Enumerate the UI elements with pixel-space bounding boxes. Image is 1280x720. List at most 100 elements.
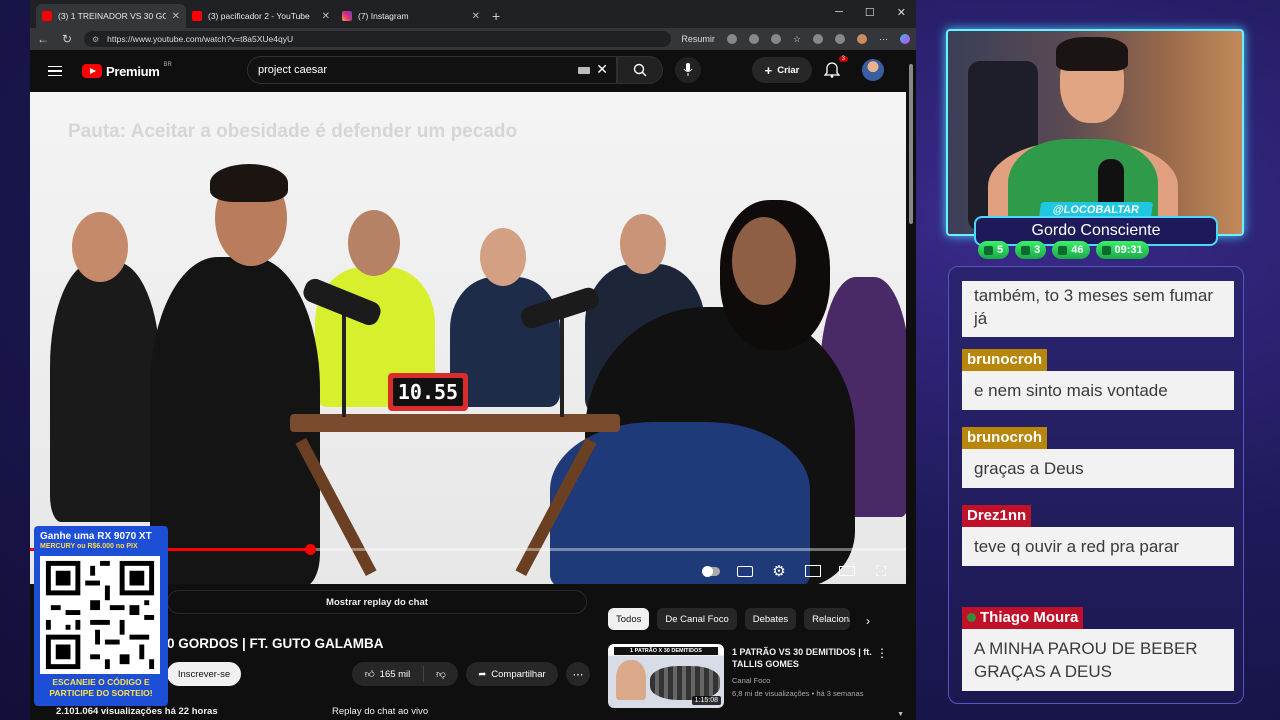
logo-region: BR	[163, 61, 172, 68]
like-count: 165 mil	[379, 668, 411, 680]
chat-message-text: teve q ouvir a red pra parar	[962, 527, 1234, 566]
video-thumbnail[interactable]: 1 PATRÃO X 30 DEMITIDOS 1:15:08	[608, 644, 724, 708]
youtube-icon	[1021, 245, 1031, 255]
chat-username: Drez1nn	[962, 505, 1032, 527]
search-button[interactable]	[617, 56, 663, 84]
tab-pacificador[interactable]: (3) pacificador 2 - YouTube ✕	[186, 4, 336, 28]
audience-member	[50, 262, 160, 522]
keyboard-icon[interactable]	[578, 67, 590, 74]
extension-icon[interactable]	[748, 34, 759, 44]
youtube-icon	[192, 11, 202, 21]
chat-message: também, to 3 meses sem fumar já	[962, 281, 1234, 337]
tab-instagram[interactable]: (7) Instagram ✕	[336, 4, 486, 28]
page-scrollbar[interactable]	[909, 64, 913, 224]
summarize-button[interactable]: Resumir	[681, 34, 715, 44]
search-input[interactable]: project caesar ✕	[247, 56, 617, 84]
close-window-icon[interactable]: ✕	[897, 6, 906, 19]
subscribe-button[interactable]: Inscrever-se	[167, 662, 241, 686]
thumbs-up-icon: 👍︎	[364, 669, 375, 680]
chat-message-text: e nem sinto mais vontade	[962, 371, 1234, 410]
stat-chat: 5	[978, 241, 1010, 259]
chip-all[interactable]: Todos	[608, 608, 650, 630]
chat-message-text: também, to 3 meses sem fumar já	[962, 281, 1234, 337]
miniplayer-icon[interactable]	[804, 564, 822, 578]
thumbnail-crowd	[650, 666, 720, 700]
chip-related[interactable]: Relacionados	[804, 608, 851, 630]
settings-gear-icon[interactable]: ⚙	[770, 563, 788, 580]
more-actions-button[interactable]: ⋯	[566, 662, 590, 686]
subtitles-icon[interactable]	[736, 564, 754, 578]
close-icon[interactable]: ✕	[472, 11, 480, 22]
video-duration: 1:15:08	[691, 696, 721, 705]
scroll-down-icon[interactable]: ▼	[897, 711, 904, 718]
promo-cta: ESCANEIE O CÓDIGO E PARTICIPE DO SORTEIO…	[49, 677, 153, 698]
user-badge-icon	[967, 613, 976, 622]
close-icon[interactable]: ✕	[322, 11, 330, 22]
like-button[interactable]: 👍︎ 165 mil	[352, 666, 424, 682]
thumbnail-face	[616, 660, 646, 700]
stream-stats: 5 3 46 09:31	[978, 241, 1149, 259]
voice-search-button[interactable]	[675, 57, 701, 83]
url-text: https://www.youtube.com/watch?v=t8a5XUe4…	[107, 34, 294, 44]
autoplay-toggle-icon[interactable]	[702, 564, 720, 578]
recommended-channel[interactable]: Canal Foco	[732, 676, 770, 685]
extension-icon[interactable]	[813, 34, 823, 44]
recommended-video[interactable]: 1 PATRÃO X 30 DEMITIDOS 1:15:08 1 PATRÃO…	[608, 644, 898, 710]
chip-debates[interactable]: Debates	[744, 608, 797, 630]
maximize-icon[interactable]: ☐	[865, 6, 875, 19]
close-icon[interactable]: ✕	[172, 11, 180, 22]
promo-subline: MERCURY ou R$6.000 no PIX	[40, 543, 138, 550]
window-controls: ─ ☐ ✕	[835, 6, 906, 19]
menu-dots-icon[interactable]: ⋯	[879, 34, 888, 45]
reload-icon[interactable]: ↻	[60, 32, 74, 46]
back-icon[interactable]: ←	[36, 32, 50, 46]
youtube-header: Premium BR project caesar ✕ + Criar 3	[30, 50, 906, 92]
extension-icon[interactable]	[726, 34, 737, 44]
notifications-button[interactable]: 3	[823, 56, 848, 80]
chat-message: brunocroh e nem sinto mais vontade	[962, 349, 1234, 410]
tab-title: (7) Instagram	[358, 11, 409, 21]
create-button[interactable]: + Criar	[752, 57, 812, 83]
microphone-stand	[560, 317, 564, 417]
clear-icon[interactable]: ✕	[596, 61, 608, 78]
tab-treinador[interactable]: (3) 1 TREINADOR VS 30 GORDOS ✕	[36, 4, 186, 28]
notification-badge: 3	[838, 56, 848, 62]
fullscreen-icon[interactable]: ⛶	[872, 563, 890, 579]
table	[290, 414, 620, 432]
stream-chat: também, to 3 meses sem fumar já brunocro…	[948, 266, 1244, 704]
qr-pattern	[45, 560, 155, 670]
tab-title: (3) 1 TREINADOR VS 30 GORDOS	[58, 11, 166, 21]
qr-code	[40, 556, 160, 674]
dislike-button[interactable]: 👎︎	[424, 668, 458, 680]
share-button[interactable]: ➦ Compartilhar	[466, 662, 558, 686]
chat-username: brunocroh	[962, 349, 1047, 371]
chevron-right-icon[interactable]: ›	[866, 614, 870, 628]
more-vert-icon[interactable]: ⋮	[876, 646, 888, 660]
recommended-meta: 6,8 mi de visualizações • há 3 semanas	[732, 689, 864, 698]
chip-from-channel[interactable]: De Canal Foco	[657, 608, 737, 630]
copilot-icon[interactable]	[900, 34, 910, 44]
minimize-icon[interactable]: ─	[835, 6, 843, 19]
new-tab-button[interactable]: +	[492, 4, 500, 28]
timer-clock: 10.55	[388, 373, 468, 411]
zoom-icon[interactable]	[770, 34, 781, 44]
audience-head	[72, 212, 128, 282]
menu-icon[interactable]	[48, 65, 62, 77]
stat-value: 09:31	[1114, 244, 1143, 256]
stat-value: 3	[1034, 244, 1041, 256]
profile-icon[interactable]	[857, 34, 867, 44]
site-info-icon[interactable]: ⚙	[92, 35, 99, 44]
thumbnail-text: 1 PATRÃO X 30 DEMITIDOS	[614, 647, 718, 655]
tab-strip: (3) 1 TREINADOR VS 30 GORDOS ✕ (3) pacif…	[30, 0, 916, 28]
video-player[interactable]: Pauta: Aceitar a obesidade é defender um…	[30, 92, 906, 584]
url-field[interactable]: ⚙ https://www.youtube.com/watch?v=t8a5XU…	[84, 31, 672, 47]
show-chat-replay-button[interactable]: Mostrar replay do chat	[167, 590, 587, 614]
theater-mode-icon[interactable]	[838, 564, 856, 578]
microphone-icon	[683, 63, 693, 76]
youtube-logo[interactable]: Premium BR	[82, 61, 172, 79]
stat-viewers: 46	[1052, 241, 1090, 259]
extension-icon[interactable]	[835, 34, 845, 44]
bookmark-star-icon[interactable]: ☆	[793, 34, 801, 45]
avatar[interactable]	[862, 59, 884, 81]
recommended-title[interactable]: 1 PATRÃO VS 30 DEMITIDOS | ft. TALLIS GO…	[732, 646, 872, 670]
